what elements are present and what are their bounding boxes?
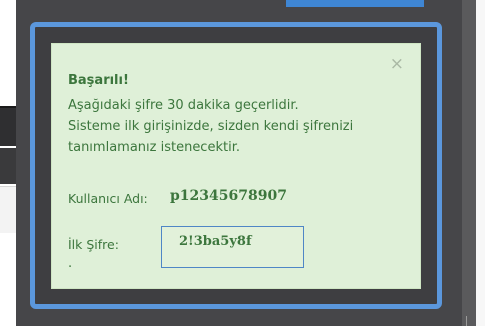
modal-overlay-edge <box>462 0 476 326</box>
alert-title: Başarılı! <box>68 73 129 88</box>
password-value: 2!3ba5y8f <box>179 234 252 249</box>
password-box: 2!3ba5y8f <box>161 226 304 268</box>
username-value: p12345678907 <box>170 188 287 204</box>
trailing-text: . <box>68 256 73 271</box>
success-alert: × Başarılı! Aşağıdaki şifre 30 dakika ge… <box>51 43 421 289</box>
message-line: tanımlamanız istenecektir. <box>68 140 240 155</box>
screen: × Başarılı! Aşağıdaki şifre 30 dakika ge… <box>0 0 500 326</box>
background-divider-right <box>466 316 467 326</box>
username-label: Kullanıcı Adı: <box>68 191 148 206</box>
password-label: İlk Şifre: <box>68 237 119 252</box>
message-line: Sisteme ilk girişinizde, sizden kendi şi… <box>68 119 354 134</box>
background-blue-button <box>286 0 424 7</box>
close-icon[interactable]: × <box>390 56 404 73</box>
message-line: Aşağıdaki şifre 30 dakika geçerlidir. <box>68 98 299 113</box>
alert-message: Aşağıdaki şifre 30 dakika geçerlidir. Si… <box>68 95 398 158</box>
modal-dialog: × Başarılı! Aşağıdaki şifre 30 dakika ge… <box>30 22 442 309</box>
